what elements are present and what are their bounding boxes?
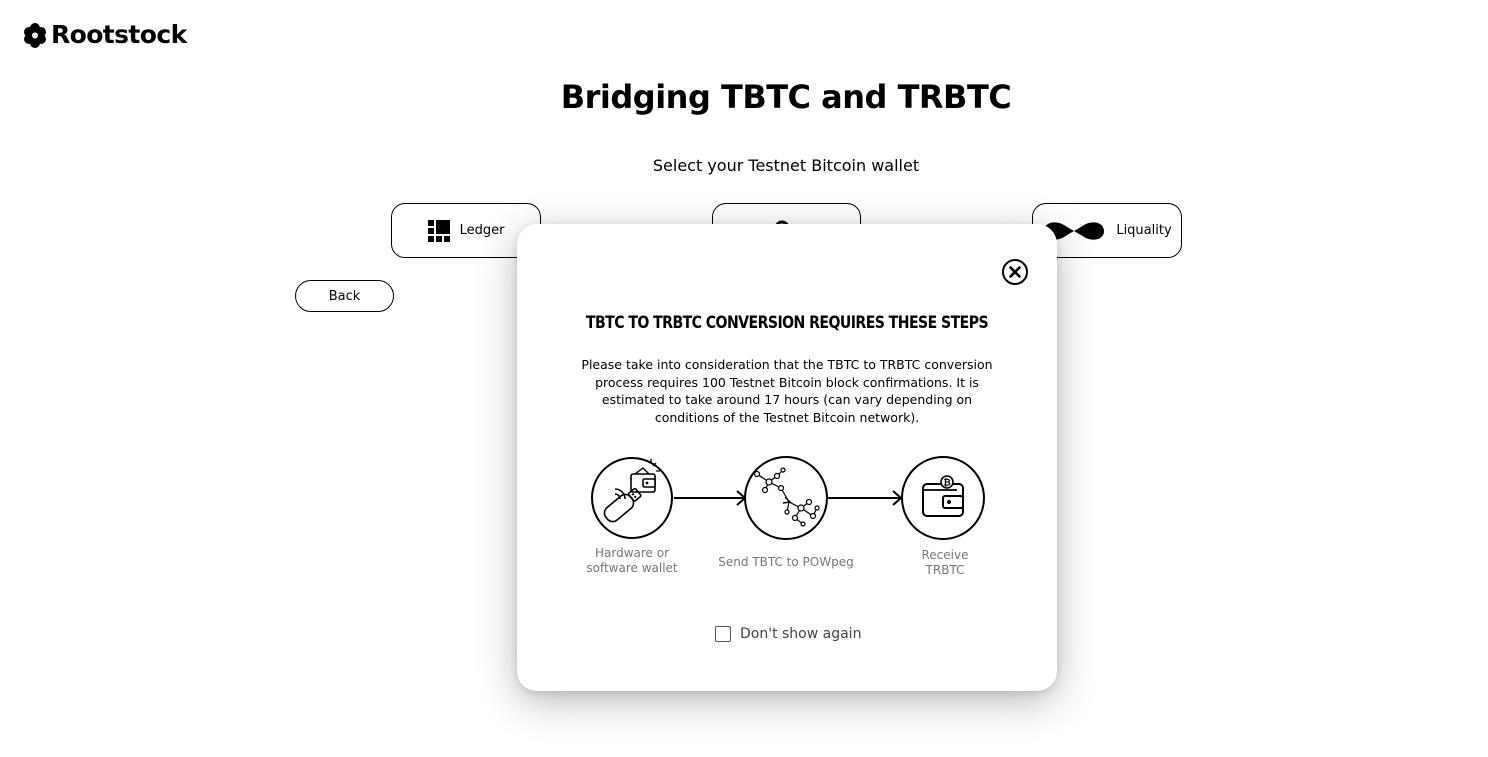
liquality-label: Liquality (1116, 223, 1172, 238)
ledger-icon (427, 219, 450, 242)
arrow-right-icon (828, 490, 903, 506)
step-send-tbtc-label: Send TBTC to POWpeg (718, 555, 854, 569)
modal-description: Please take into consideration that the … (581, 357, 993, 425)
rootstock-logo-icon (24, 22, 46, 48)
conversion-steps-modal: TBTC TO TRBTC CONVERSION REQUIRES THESE … (517, 224, 1057, 691)
page-title: Bridging TBTC and TRBTC (560, 78, 1012, 116)
step-receive-trbtc-label: Receive TRBTC (921, 548, 969, 577)
svg-text:₿: ₿ (943, 478, 950, 489)
dont-show-again-option[interactable]: Don't show again (715, 626, 861, 642)
modal-title: TBTC TO TRBTC CONVERSION REQUIRES THESE … (585, 313, 989, 333)
back-button[interactable]: Back (295, 280, 394, 312)
conversion-steps: ₿ Hardware or software wallet Send TBTC … (577, 452, 997, 592)
network-icon (744, 456, 828, 540)
close-icon[interactable] (1001, 258, 1029, 286)
rootstock-logo[interactable]: Rootstock (22, 20, 187, 49)
ledger-label: Ledger (459, 223, 505, 238)
arrow-right-icon (674, 490, 747, 506)
dont-show-again-label: Don't show again (740, 626, 862, 642)
brand-name: Rootstock (51, 20, 187, 49)
page-subtitle: Select your Testnet Bitcoin wallet (652, 156, 920, 175)
wallet-bitcoin-icon: ₿ (901, 456, 985, 540)
dont-show-again-checkbox[interactable] (715, 626, 731, 642)
hardware-wallet-icon (591, 457, 673, 539)
step-hardware-wallet-label: Hardware or software wallet (586, 546, 678, 575)
